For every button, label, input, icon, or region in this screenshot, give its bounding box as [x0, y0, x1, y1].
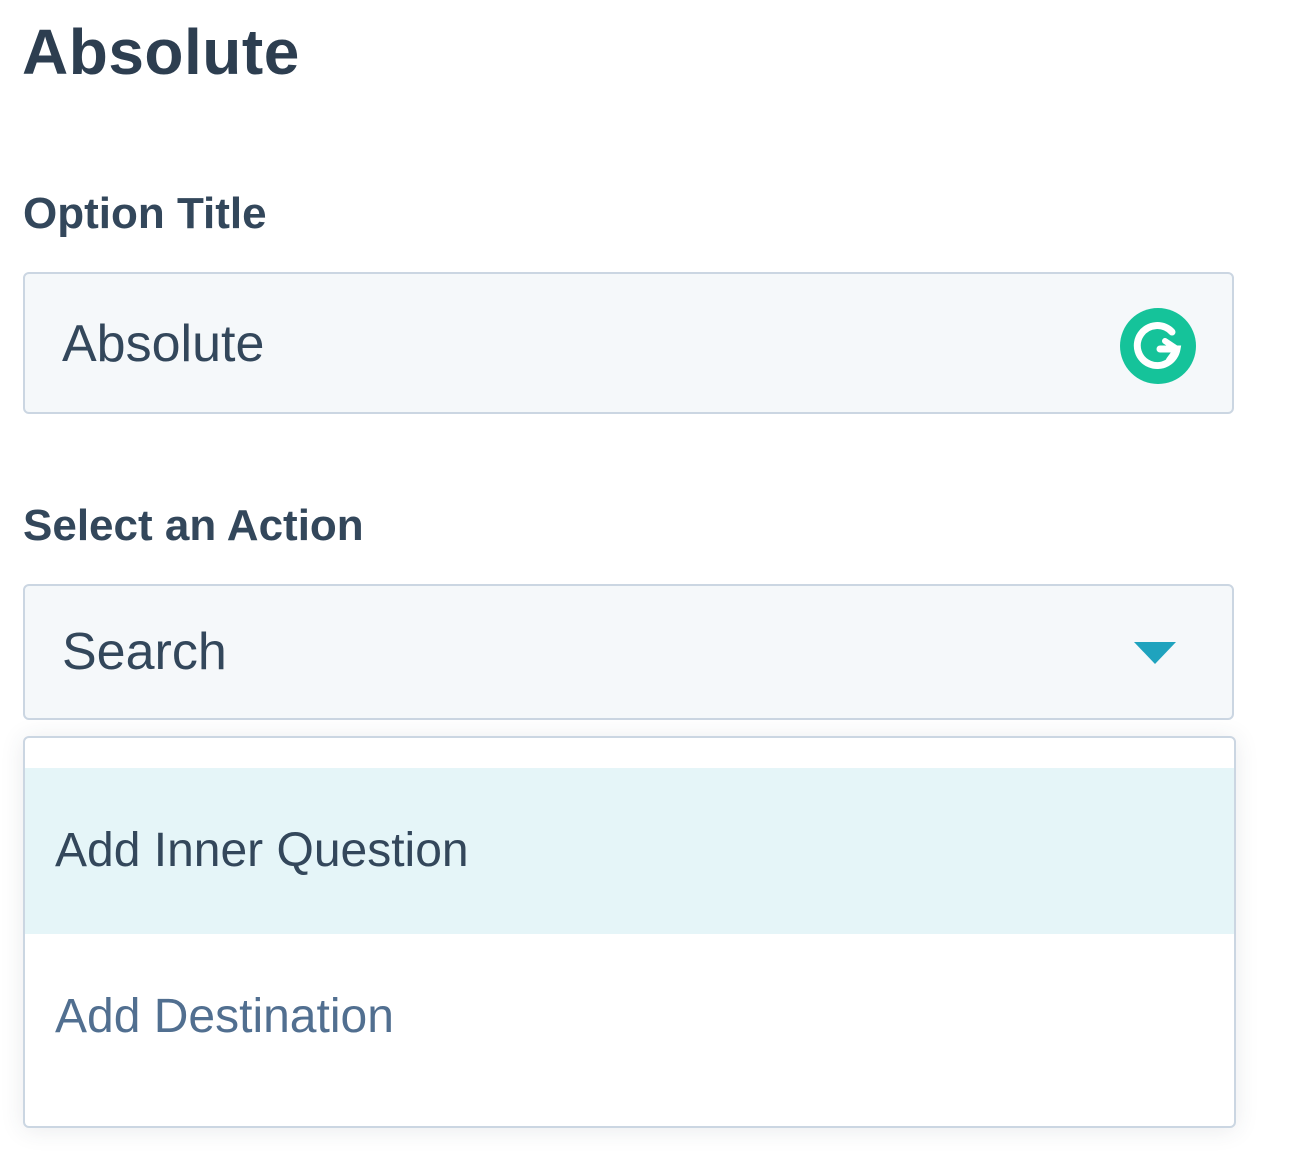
option-title-label: Option Title: [23, 189, 267, 238]
dropdown-option-add-inner-question[interactable]: Add Inner Question: [25, 768, 1234, 934]
grammarly-icon[interactable]: [1120, 308, 1196, 384]
dropdown-option-add-destination[interactable]: Add Destination: [25, 934, 1234, 1100]
grammarly-glyph: [1133, 322, 1182, 369]
page-title: Absolute: [22, 16, 300, 88]
select-action-label: Select an Action: [23, 501, 364, 550]
action-dropdown-menu: Add Inner Question Add Destination: [23, 736, 1236, 1128]
action-selected-value[interactable]: Search: [62, 620, 227, 684]
caret-down-icon[interactable]: [1134, 642, 1176, 664]
action-select[interactable]: Search: [23, 584, 1234, 720]
option-title-input[interactable]: Absolute: [23, 272, 1234, 414]
option-title-value[interactable]: Absolute: [62, 312, 264, 376]
